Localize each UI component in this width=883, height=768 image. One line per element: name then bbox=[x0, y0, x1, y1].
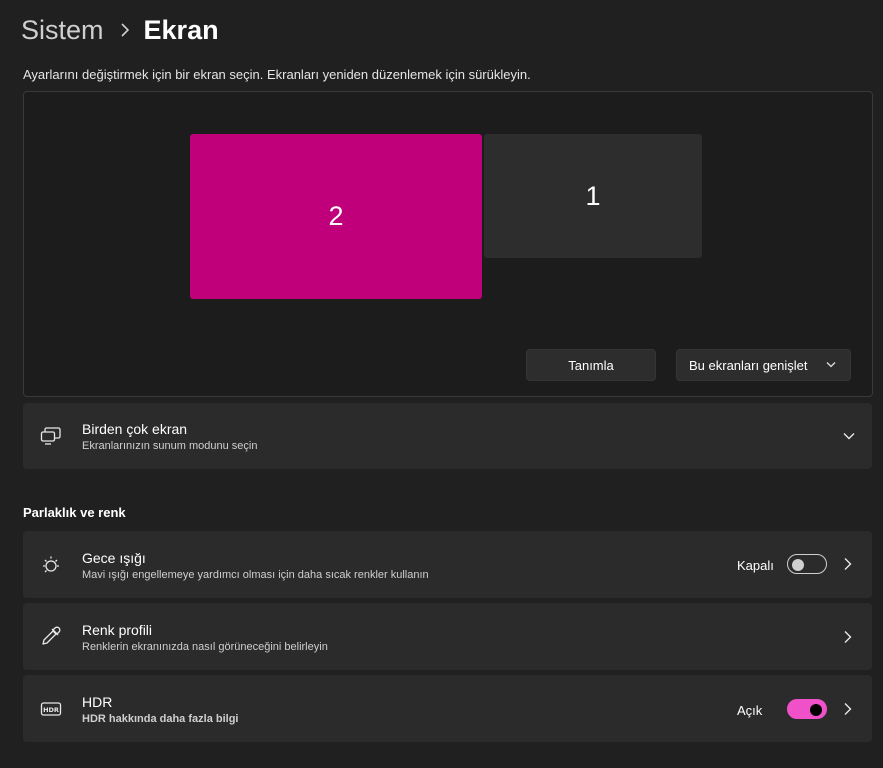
color-profile-title: Renk profili bbox=[82, 622, 153, 638]
night-light-toggle[interactable] bbox=[787, 554, 827, 574]
toggle-knob bbox=[792, 559, 804, 571]
display-mode-dropdown[interactable]: Bu ekranları genişlet bbox=[676, 349, 851, 381]
chevron-right-icon bbox=[120, 23, 130, 37]
monitor-1[interactable]: 1 bbox=[484, 134, 702, 258]
monitor-1-label: 1 bbox=[585, 180, 601, 211]
chevron-right-icon[interactable] bbox=[842, 630, 854, 644]
display-settings-page: Sistem Ekran Ayarlarını değiştirmek için… bbox=[0, 0, 883, 768]
night-light-subtitle: Mavi ışığı engellemeye yardımcı olması i… bbox=[82, 569, 429, 581]
color-profile-subtitle: Renklerin ekranınızda nasıl görüneceğini… bbox=[82, 641, 328, 653]
multiple-displays-subtitle: Ekranlarınızın sunum modunu seçin bbox=[82, 440, 258, 452]
chevron-right-icon[interactable] bbox=[842, 702, 854, 716]
multiple-displays-icon bbox=[40, 425, 62, 447]
hdr-state: Açık bbox=[737, 703, 763, 718]
arrange-hint: Ayarlarını değiştirmek için bir ekran se… bbox=[23, 67, 531, 82]
night-light-title: Gece ışığı bbox=[82, 550, 146, 566]
toggle-knob bbox=[810, 704, 822, 716]
chevron-down-icon[interactable] bbox=[842, 429, 856, 443]
hdr-learn-more-link[interactable]: HDR hakkında daha fazla bilgi bbox=[82, 713, 238, 725]
page-title: Ekran bbox=[143, 14, 219, 45]
eyedropper-icon bbox=[40, 625, 62, 647]
chevron-down-icon bbox=[826, 358, 836, 375]
color-profile-card[interactable]: Renk profili Renklerin ekranınızda nasıl… bbox=[23, 603, 872, 670]
hdr-icon: HDR bbox=[40, 698, 62, 720]
hdr-card[interactable]: HDR HDR HDR hakkında daha fazla bilgi Aç… bbox=[23, 675, 872, 742]
hdr-toggle[interactable] bbox=[787, 699, 827, 719]
identify-button[interactable]: Tanımla bbox=[526, 349, 656, 381]
chevron-right-icon[interactable] bbox=[842, 557, 854, 571]
breadcrumb: Sistem Ekran bbox=[21, 10, 219, 50]
hdr-title: HDR bbox=[82, 694, 113, 710]
monitor-2[interactable]: 2 bbox=[190, 134, 482, 299]
night-light-card[interactable]: Gece ışığı Mavi ışığı engellemeye yardım… bbox=[23, 531, 872, 598]
display-mode-value: Bu ekranları genişlet bbox=[689, 357, 808, 373]
night-light-state: Kapalı bbox=[737, 558, 774, 573]
multiple-displays-title: Birden çok ekran bbox=[82, 421, 188, 437]
breadcrumb-parent[interactable]: Sistem bbox=[21, 15, 104, 46]
svg-text:HDR: HDR bbox=[43, 706, 59, 714]
display-arrangement-area[interactable]: 2 1 Tanımla Bu ekranları genişlet bbox=[23, 91, 873, 397]
monitor-2-label: 2 bbox=[328, 201, 344, 231]
night-light-icon bbox=[40, 554, 62, 576]
multiple-displays-card[interactable]: Birden çok ekran Ekranlarınızın sunum mo… bbox=[23, 403, 872, 469]
brightness-section-title: Parlaklık ve renk bbox=[23, 505, 126, 520]
